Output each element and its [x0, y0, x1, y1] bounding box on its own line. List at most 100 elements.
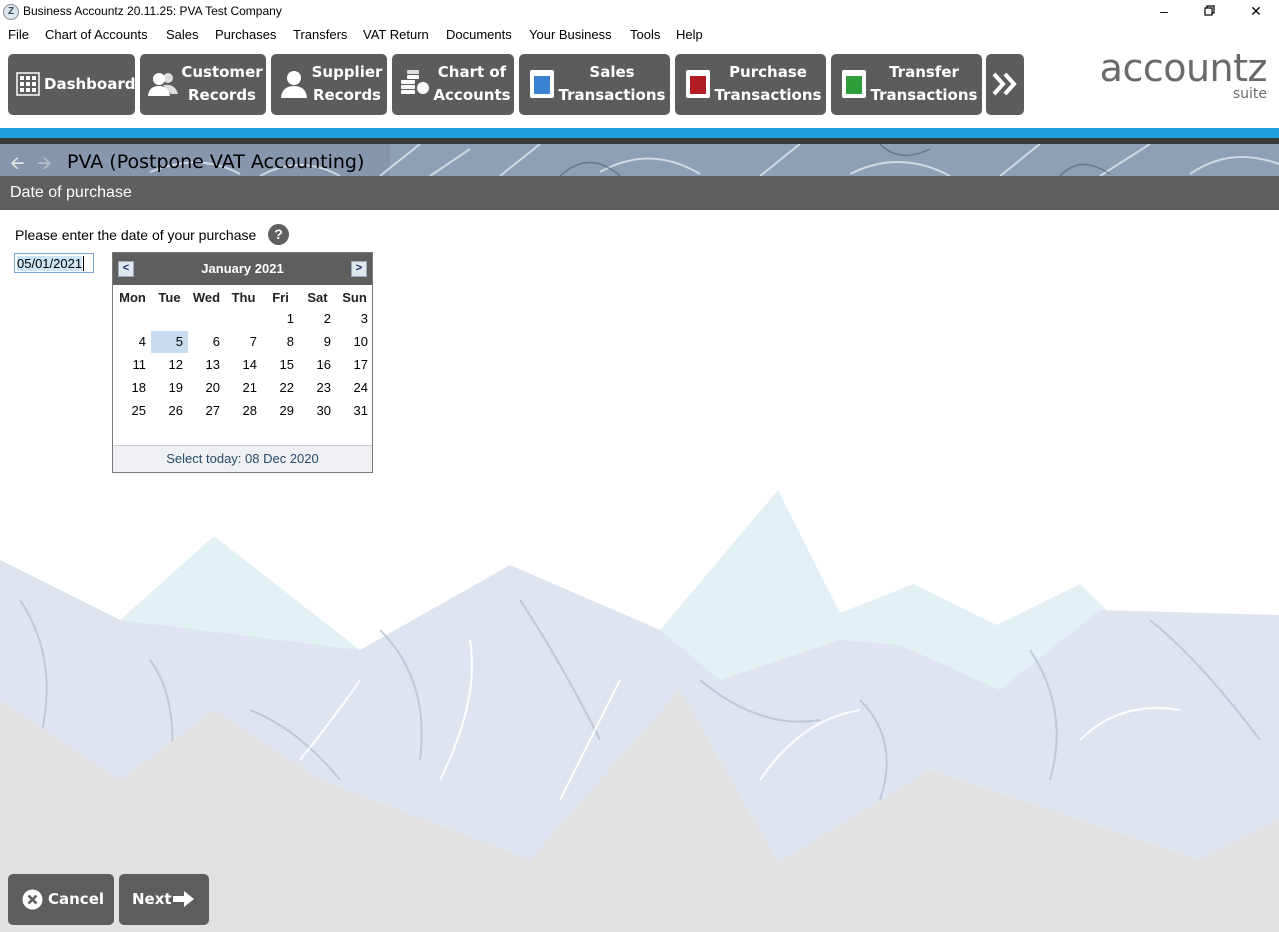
- calendar-day-1[interactable]: 1: [262, 308, 299, 330]
- sales-label-1: Sales: [589, 63, 635, 81]
- menu-purchases[interactable]: Purchases: [215, 27, 276, 42]
- next-month-button[interactable]: >: [351, 261, 367, 277]
- calendar-day-24[interactable]: 24: [336, 377, 373, 399]
- purchase-date-input[interactable]: 05/01/2021: [14, 253, 94, 273]
- calendar-day-13[interactable]: 13: [188, 354, 225, 376]
- calendar-day-28[interactable]: 28: [225, 400, 262, 422]
- dashboard-button[interactable]: Dashboard: [8, 54, 135, 115]
- cancel-x-icon: [22, 889, 43, 910]
- purchase-label-1: Purchase: [729, 63, 807, 81]
- date-picker-calendar: January 2021 < > Mon Tue Wed Thu Fri Sat…: [112, 252, 373, 473]
- calendar-day-4[interactable]: 4: [114, 331, 151, 353]
- weekday-fri: Fri: [272, 290, 289, 305]
- section-header: Date of purchase: [0, 176, 1279, 210]
- calendar-day-9[interactable]: 9: [299, 331, 336, 353]
- calendar-day-6[interactable]: 6: [188, 331, 225, 353]
- calendar-day-29[interactable]: 29: [262, 400, 299, 422]
- customers-icon: [148, 73, 178, 96]
- weekday-tue: Tue: [158, 290, 181, 305]
- purchase-book-icon: [686, 70, 710, 98]
- calendar-header: January 2021 < >: [113, 253, 372, 285]
- menu-sales[interactable]: Sales: [166, 27, 199, 42]
- calendar-day-30[interactable]: 30: [299, 400, 336, 422]
- menu-help[interactable]: Help: [676, 27, 703, 42]
- grid-icon: [16, 72, 40, 96]
- calendar-day-12[interactable]: 12: [151, 354, 188, 376]
- transfer-book-icon: [842, 70, 866, 98]
- coa-label-2: Accounts: [433, 86, 511, 104]
- sales-book-icon: [530, 70, 554, 98]
- menu-bar: File Chart of Accounts Sales Purchases T…: [0, 24, 1279, 44]
- chart-of-accounts-button[interactable]: Chart of Accounts: [392, 54, 514, 115]
- calendar-day-26[interactable]: 26: [151, 400, 188, 422]
- weekday-thu: Thu: [231, 290, 256, 305]
- restore-icon[interactable]: [1187, 0, 1233, 24]
- calendar-day-11[interactable]: 11: [114, 354, 151, 376]
- weekday-mon: Mon: [119, 290, 146, 305]
- customer-label-2: Records: [188, 86, 256, 104]
- double-chevron-right-icon: [992, 72, 1017, 96]
- calendar-day-10[interactable]: 10: [336, 331, 373, 353]
- cancel-button[interactable]: Cancel: [8, 874, 114, 925]
- transfer-label-1: Transfer: [889, 63, 959, 81]
- accent-stripe: [0, 128, 1279, 138]
- menu-file[interactable]: File: [8, 27, 29, 42]
- calendar-day-5[interactable]: 5: [151, 331, 188, 353]
- next-label: Next: [132, 890, 172, 908]
- sales-transactions-button[interactable]: Sales Transactions: [519, 54, 670, 115]
- calendar-day-19[interactable]: 19: [151, 377, 188, 399]
- menu-documents[interactable]: Documents: [446, 27, 512, 42]
- dashboard-label: Dashboard: [44, 75, 136, 93]
- select-today-link[interactable]: Select today: 08 Dec 2020: [113, 445, 372, 472]
- page-header: 🡨 🡪 PVA (Postpone VAT Accounting): [0, 144, 1279, 176]
- prev-month-button[interactable]: <: [118, 261, 134, 277]
- weekday-wed: Wed: [192, 290, 221, 305]
- calendar-day-2[interactable]: 2: [299, 308, 336, 330]
- calendar-day-8[interactable]: 8: [262, 331, 299, 353]
- cancel-label: Cancel: [48, 890, 105, 908]
- purchase-transactions-button[interactable]: Purchase Transactions: [675, 54, 826, 115]
- customer-records-button[interactable]: Customer Records: [140, 54, 266, 115]
- supplier-label-1: Supplier: [311, 63, 383, 81]
- supplier-records-button[interactable]: Supplier Records: [271, 54, 387, 115]
- help-icon[interactable]: ?: [268, 224, 289, 245]
- transfer-transactions-button[interactable]: Transfer Transactions: [831, 54, 982, 115]
- menu-vat-return[interactable]: VAT Return: [363, 27, 429, 42]
- calendar-day-20[interactable]: 20: [188, 377, 225, 399]
- back-arrow-icon[interactable]: 🡨: [10, 151, 25, 176]
- forward-arrow-icon[interactable]: 🡪: [37, 151, 52, 176]
- logo-text: accountz: [1099, 46, 1268, 90]
- transfer-label-2: Transactions: [870, 86, 978, 104]
- section-title: Date of purchase: [10, 184, 132, 201]
- supplier-label-2: Records: [313, 86, 381, 104]
- calendar-day-23[interactable]: 23: [299, 377, 336, 399]
- calendar-day-18[interactable]: 18: [114, 377, 151, 399]
- window-title: Business Accountz 20.11.25: PVA Test Com…: [23, 4, 282, 18]
- calendar-day-17[interactable]: 17: [336, 354, 373, 376]
- accountz-logo: accountz suite: [1099, 46, 1268, 102]
- supplier-icon: [281, 71, 307, 98]
- app-icon: Z: [3, 4, 19, 20]
- calendar-day-7[interactable]: 7: [225, 331, 262, 353]
- background-mountains: [0, 490, 1279, 932]
- date-input-value: 05/01/2021: [17, 256, 83, 271]
- calendar-day-3[interactable]: 3: [336, 308, 373, 330]
- calendar-day-15[interactable]: 15: [262, 354, 299, 376]
- menu-chart-of-accounts[interactable]: Chart of Accounts: [45, 27, 148, 42]
- more-toolbar-button[interactable]: [986, 54, 1024, 115]
- next-button[interactable]: Next: [119, 874, 209, 925]
- weekday-sat: Sat: [307, 290, 328, 305]
- calendar-day-25[interactable]: 25: [114, 400, 151, 422]
- calendar-day-22[interactable]: 22: [262, 377, 299, 399]
- calendar-day-27[interactable]: 27: [188, 400, 225, 422]
- menu-tools[interactable]: Tools: [630, 27, 660, 42]
- calendar-day-31[interactable]: 31: [336, 400, 373, 422]
- menu-transfers[interactable]: Transfers: [293, 27, 347, 42]
- menu-your-business[interactable]: Your Business: [529, 27, 612, 42]
- minimize-icon[interactable]: –: [1141, 0, 1187, 24]
- calendar-day-16[interactable]: 16: [299, 354, 336, 376]
- customer-label-1: Customer: [181, 63, 263, 81]
- calendar-day-14[interactable]: 14: [225, 354, 262, 376]
- close-icon[interactable]: ✕: [1233, 0, 1279, 24]
- calendar-day-21[interactable]: 21: [225, 377, 262, 399]
